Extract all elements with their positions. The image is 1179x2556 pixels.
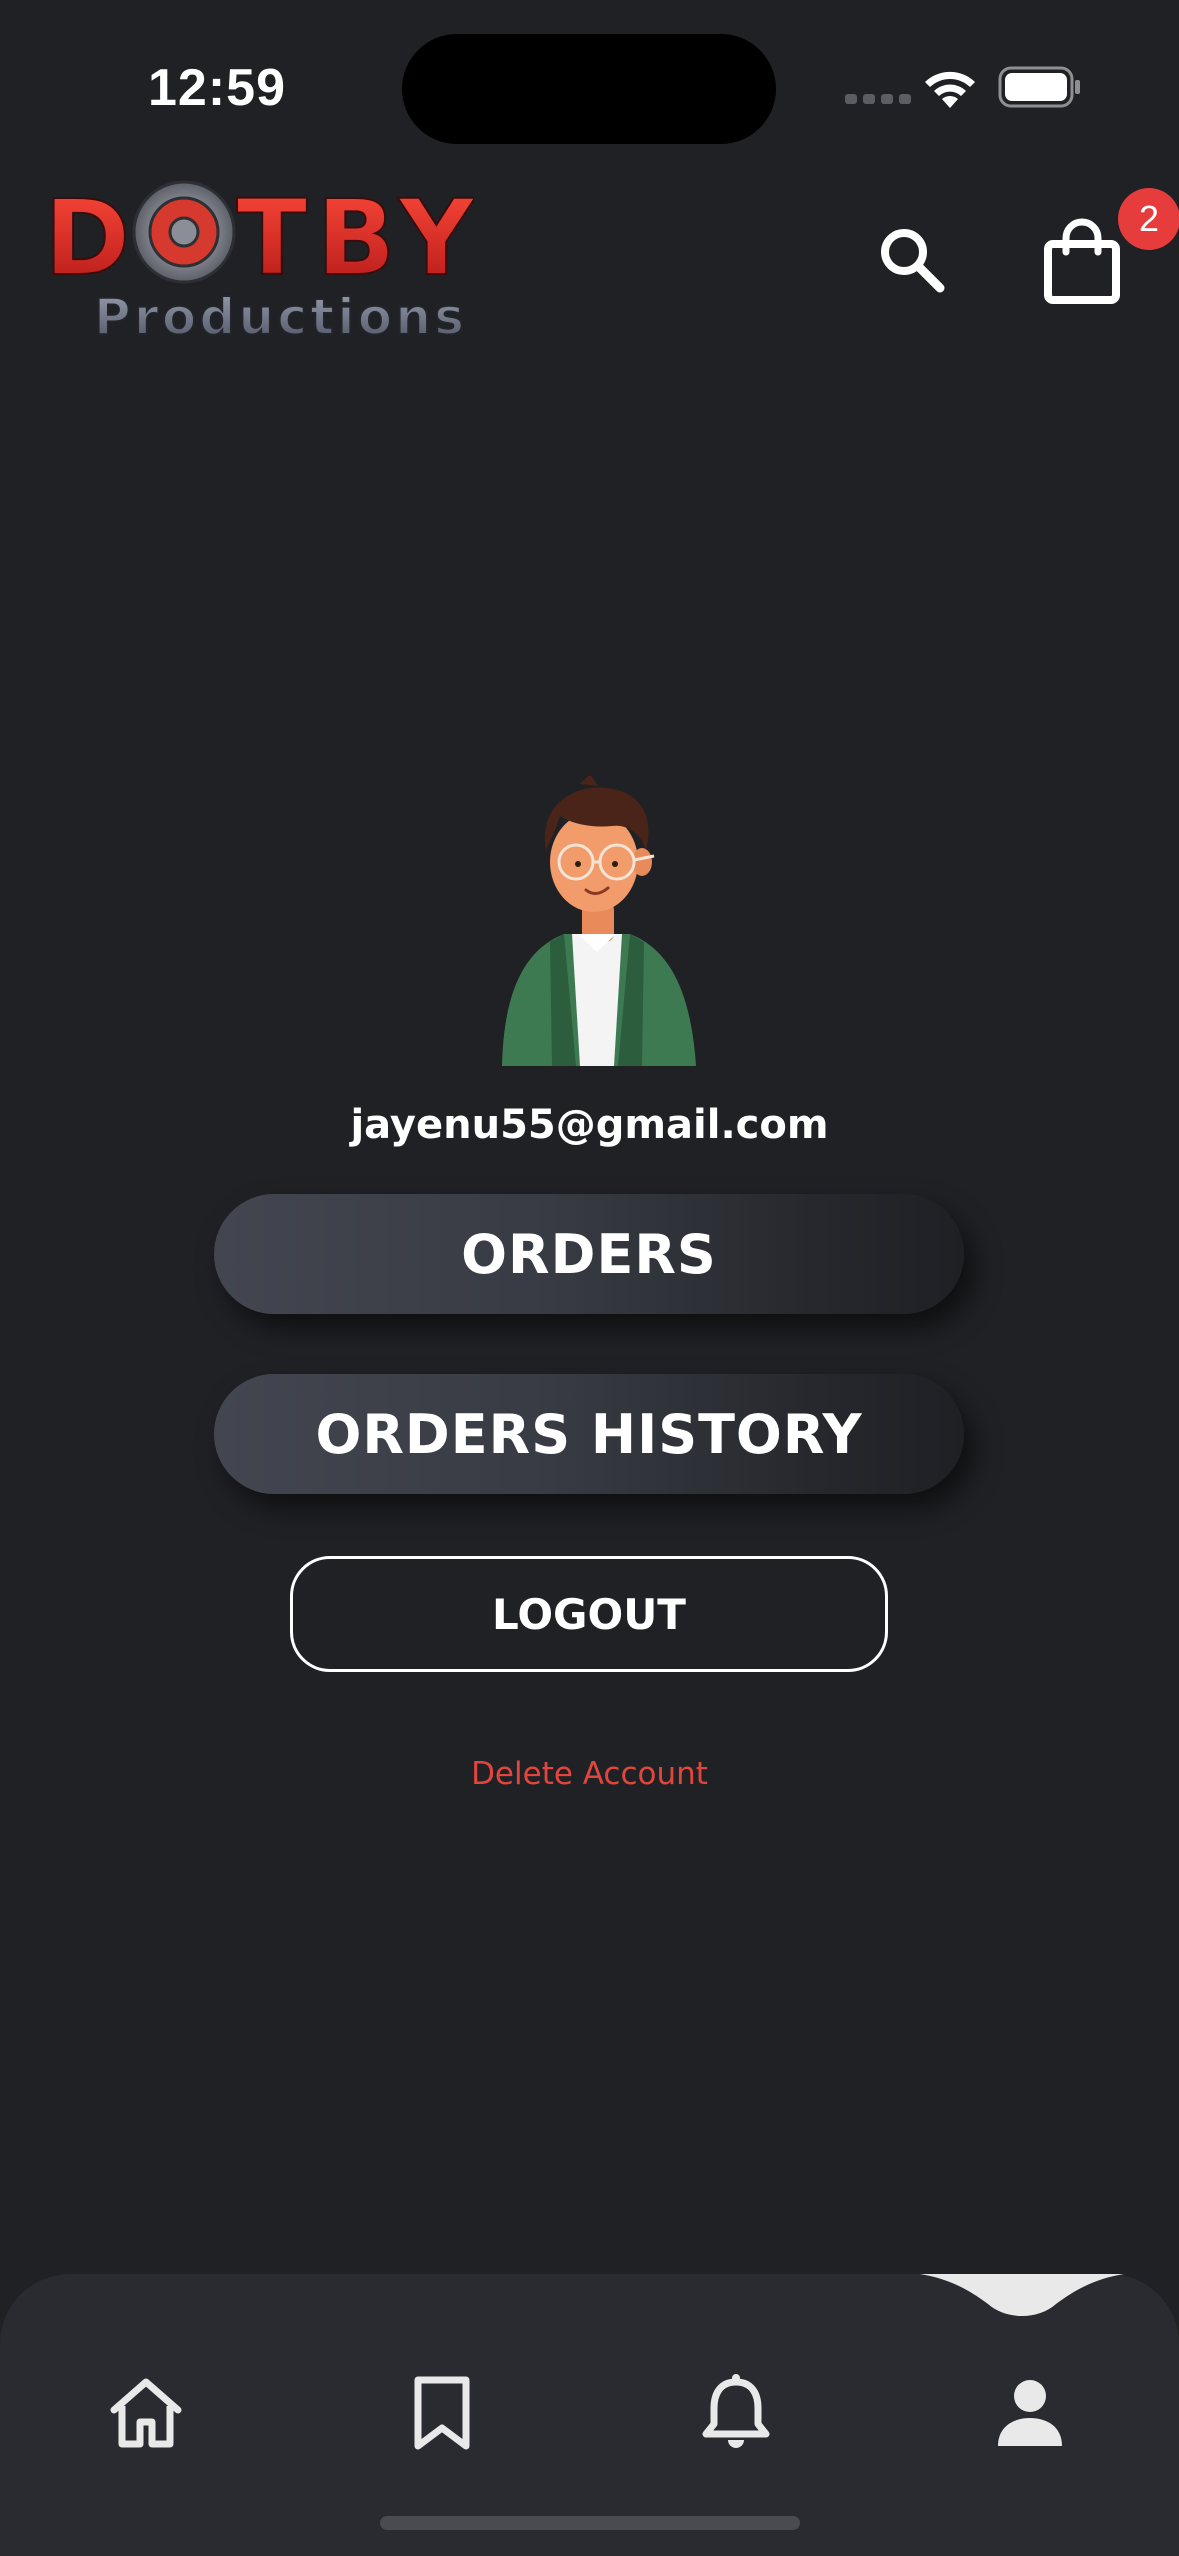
battery-icon — [998, 66, 1080, 108]
profile-screen: 12:59 DOTBY — [0, 0, 1179, 2556]
bookmark-icon[interactable] — [402, 2372, 482, 2452]
home-icon[interactable] — [106, 2372, 186, 2452]
search-icon[interactable] — [876, 224, 948, 296]
orders-history-button[interactable]: ORDERS HISTORY — [214, 1374, 964, 1494]
home-indicator[interactable] — [380, 2516, 800, 2530]
logo-wordmark: DOTBY — [44, 177, 474, 299]
cellular-signal-icon — [845, 94, 911, 104]
cart-count-badge: 2 — [1118, 188, 1179, 250]
avatar — [502, 776, 696, 1066]
status-time: 12:59 — [148, 59, 286, 117]
dotby-productions-logo: DOTBY Productions — [44, 176, 474, 346]
wifi-icon — [925, 71, 975, 108]
delete-account-link[interactable]: Delete Account — [0, 1756, 1179, 1792]
logout-button[interactable]: LOGOUT — [290, 1556, 888, 1672]
bell-icon[interactable] — [696, 2372, 776, 2452]
logo-subtitle: Productions — [94, 288, 464, 346]
active-tab-indicator — [920, 2274, 1124, 2316]
user-email: jayenu55@gmail.com — [350, 1102, 829, 1148]
person-icon[interactable] — [990, 2372, 1070, 2452]
gear-icon — [132, 180, 236, 284]
orders-button[interactable]: ORDERS — [214, 1194, 964, 1314]
dynamic-island — [402, 34, 776, 144]
shopping-bag-icon[interactable] — [1040, 218, 1124, 304]
